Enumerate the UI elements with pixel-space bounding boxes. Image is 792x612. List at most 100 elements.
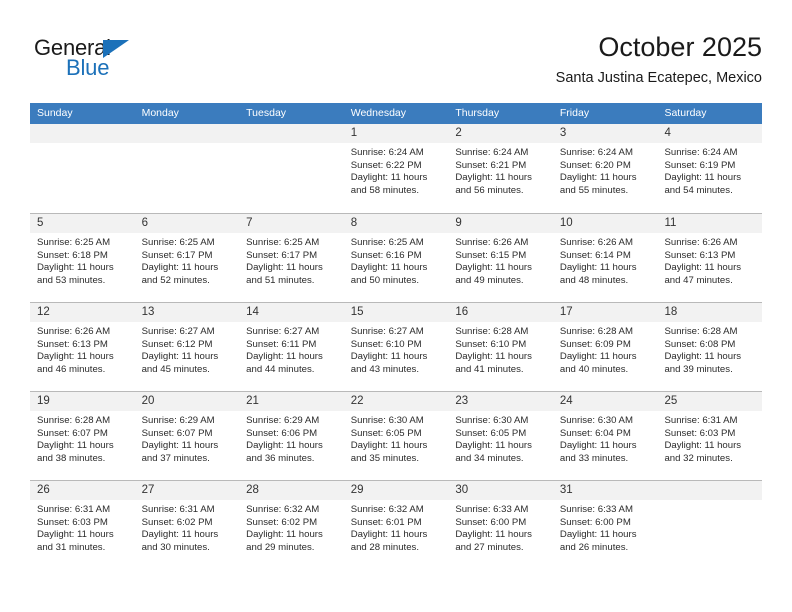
day-detail-line: Sunset: 6:18 PM xyxy=(37,249,108,261)
calendar-day-cell[interactable]: 3 Sunrise: 6:24 AM Sunset: 6:20 PM Daylight… xyxy=(552,124,658,213)
day-detail-line: and 47 minutes. xyxy=(664,274,733,286)
calendar-day-cell[interactable]: 29 Sunrise: 6:32 AM Sunset: 6:01 PM Dayligh… xyxy=(343,481,449,569)
day-number xyxy=(239,124,344,143)
calendar-day-cell[interactable]: 15 Sunrise: 6:27 AM Sunset: 6:10 PM Dayligh… xyxy=(343,303,449,391)
day-number: 15 xyxy=(343,303,449,322)
day-detail-line: Sunrise: 6:28 AM xyxy=(455,326,529,337)
calendar-day-cell[interactable]: 8 Sunrise: 6:25 AM Sunset: 6:16 PM Daylight… xyxy=(343,214,449,302)
calendar-day-cell[interactable]: 11 Sunrise: 6:26 AM Sunset: 6:13 PM Dayligh… xyxy=(657,214,763,302)
calendar-day-cell[interactable]: 28 Sunrise: 6:32 AM Sunset: 6:02 PM Dayligh… xyxy=(239,481,344,569)
day-details: Sunrise: 6:27 AM Sunset: 6:10 PM Daylight:… xyxy=(344,322,449,376)
day-details: Sunrise: 6:33 AM Sunset: 6:00 PM Daylight:… xyxy=(448,500,553,554)
calendar-day-cell[interactable]: 24 Sunrise: 6:30 AM Sunset: 6:04 PM Dayligh… xyxy=(552,392,658,480)
day-details: Sunrise: 6:28 AM Sunset: 6:10 PM Daylight:… xyxy=(448,322,553,376)
day-detail-line: Sunset: 6:16 PM xyxy=(350,249,422,261)
calendar-day-cell[interactable]: 1 Sunrise: 6:24 AM Sunset: 6:22 PM Daylight… xyxy=(343,124,449,213)
day-details: Sunrise: 6:24 AM Sunset: 6:22 PM Daylight:… xyxy=(344,143,449,197)
weekday-header-row: Sunday Monday Tuesday Wednesday Thursday… xyxy=(30,103,762,124)
calendar-day-cell[interactable]: 19 Sunrise: 6:28 AM Sunset: 6:07 PM Dayligh… xyxy=(30,392,135,480)
day-detail-line: Sunset: 6:15 PM xyxy=(455,249,527,261)
day-detail-line: Sunset: 6:17 PM xyxy=(246,249,318,261)
day-detail-line: and 52 minutes. xyxy=(141,274,210,286)
day-detail-line: and 32 minutes. xyxy=(664,452,733,464)
day-number: 21 xyxy=(239,392,344,411)
day-detail-line: Sunset: 6:14 PM xyxy=(559,249,631,261)
day-detail-line: and 31 minutes. xyxy=(37,541,106,553)
day-number xyxy=(134,124,240,143)
day-detail-line: Sunrise: 6:31 AM xyxy=(141,504,215,515)
day-details: Sunrise: 6:25 AM Sunset: 6:17 PM Daylight:… xyxy=(239,233,344,287)
day-number: 28 xyxy=(239,481,344,500)
calendar-day-cell-empty xyxy=(239,124,344,213)
calendar-day-cell[interactable]: 9 Sunrise: 6:26 AM Sunset: 6:15 PM Daylight… xyxy=(448,214,553,302)
calendar-page: General Blue October 2025 Santa Justina … xyxy=(0,0,792,612)
calendar-day-cell[interactable]: 20 Sunrise: 6:29 AM Sunset: 6:07 PM Dayligh… xyxy=(134,392,240,480)
day-detail-line: Daylight: 11 hours xyxy=(350,172,428,184)
weekday-header-saturday: Saturday xyxy=(664,107,707,119)
day-detail-line: Sunrise: 6:28 AM xyxy=(664,326,738,337)
day-number: 17 xyxy=(552,303,658,322)
day-number xyxy=(30,124,135,143)
calendar-day-cell[interactable]: 27 Sunrise: 6:31 AM Sunset: 6:02 PM Dayligh… xyxy=(134,481,240,569)
day-detail-line: Sunrise: 6:29 AM xyxy=(141,415,215,426)
calendar-day-cell[interactable]: 26 Sunrise: 6:31 AM Sunset: 6:03 PM Dayligh… xyxy=(30,481,135,569)
calendar-day-cell-empty xyxy=(30,124,135,213)
calendar-day-cell[interactable]: 4 Sunrise: 6:24 AM Sunset: 6:19 PM Daylight… xyxy=(657,124,763,213)
weekday-header-wednesday: Wednesday xyxy=(350,107,406,119)
day-details: Sunrise: 6:25 AM Sunset: 6:18 PM Daylight:… xyxy=(30,233,135,287)
day-detail-line: Sunrise: 6:25 AM xyxy=(350,237,424,248)
day-detail-line: Daylight: 11 hours xyxy=(559,262,637,274)
day-detail-line: Daylight: 11 hours xyxy=(350,529,428,541)
calendar-day-cell[interactable]: 31 Sunrise: 6:33 AM Sunset: 6:00 PM Dayligh… xyxy=(552,481,658,569)
day-detail-line: Sunrise: 6:24 AM xyxy=(455,147,529,158)
day-detail-line: Daylight: 11 hours xyxy=(559,440,637,452)
day-detail-line: Sunrise: 6:26 AM xyxy=(455,237,529,248)
calendar-day-cell[interactable]: 30 Sunrise: 6:33 AM Sunset: 6:00 PM Dayligh… xyxy=(448,481,553,569)
title-block: October 2025 Santa Justina Ecatepec, Mex… xyxy=(556,30,762,89)
calendar-day-cell[interactable]: 17 Sunrise: 6:28 AM Sunset: 6:09 PM Dayligh… xyxy=(552,303,658,391)
calendar-day-cell[interactable]: 18 Sunrise: 6:28 AM Sunset: 6:08 PM Dayligh… xyxy=(657,303,763,391)
day-number: 14 xyxy=(239,303,344,322)
day-number: 2 xyxy=(448,124,553,143)
day-detail-line: Daylight: 11 hours xyxy=(246,529,323,541)
day-detail-line: Daylight: 11 hours xyxy=(37,529,114,541)
day-detail-line: Sunset: 6:10 PM xyxy=(455,338,527,350)
day-detail-line: and 43 minutes. xyxy=(350,363,420,375)
day-detail-line: and 37 minutes. xyxy=(141,452,210,464)
calendar-day-cell[interactable]: 6 Sunrise: 6:25 AM Sunset: 6:17 PM Daylight… xyxy=(134,214,240,302)
weekday-header-tuesday: Tuesday xyxy=(246,107,287,119)
day-detail-line: Sunrise: 6:29 AM xyxy=(246,415,320,426)
day-details: Sunrise: 6:28 AM Sunset: 6:07 PM Daylight:… xyxy=(30,411,135,465)
calendar-day-cell[interactable]: 7 Sunrise: 6:25 AM Sunset: 6:17 PM Daylight… xyxy=(239,214,344,302)
calendar-day-cell[interactable]: 5 Sunrise: 6:25 AM Sunset: 6:18 PM Daylight… xyxy=(30,214,135,302)
calendar-weeks: 1 Sunrise: 6:24 AM Sunset: 6:22 PM Daylight… xyxy=(30,124,763,569)
day-detail-line: Sunrise: 6:31 AM xyxy=(37,504,111,515)
day-detail-line: Sunrise: 6:25 AM xyxy=(246,237,320,248)
calendar-day-cell[interactable]: 2 Sunrise: 6:24 AM Sunset: 6:21 PM Daylight… xyxy=(448,124,553,213)
calendar-day-cell[interactable]: 21 Sunrise: 6:29 AM Sunset: 6:06 PM Dayligh… xyxy=(239,392,344,480)
day-number: 3 xyxy=(552,124,658,143)
calendar-day-cell[interactable]: 12 Sunrise: 6:26 AM Sunset: 6:13 PM Dayligh… xyxy=(30,303,135,391)
day-details: Sunrise: 6:32 AM Sunset: 6:01 PM Daylight:… xyxy=(344,500,449,554)
calendar-day-cell[interactable]: 23 Sunrise: 6:30 AM Sunset: 6:05 PM Dayligh… xyxy=(448,392,553,480)
calendar-day-cell[interactable]: 25 Sunrise: 6:31 AM Sunset: 6:03 PM Dayligh… xyxy=(657,392,763,480)
day-detail-line: Sunrise: 6:33 AM xyxy=(455,504,529,515)
day-detail-line: Daylight: 11 hours xyxy=(350,440,428,452)
logo-text-blue: Blue xyxy=(66,55,110,80)
day-detail-line: Daylight: 11 hours xyxy=(37,262,114,274)
calendar-day-cell[interactable]: 14 Sunrise: 6:27 AM Sunset: 6:11 PM Dayligh… xyxy=(239,303,344,391)
calendar-day-cell[interactable]: 22 Sunrise: 6:30 AM Sunset: 6:05 PM Dayligh… xyxy=(343,392,449,480)
day-details: Sunrise: 6:24 AM Sunset: 6:19 PM Daylight:… xyxy=(657,143,762,197)
day-detail-line: and 48 minutes. xyxy=(559,274,629,286)
calendar-day-cell[interactable]: 16 Sunrise: 6:28 AM Sunset: 6:10 PM Dayligh… xyxy=(448,303,553,391)
day-number xyxy=(657,481,763,500)
day-detail-line: Sunrise: 6:24 AM xyxy=(664,147,738,158)
calendar-day-cell[interactable]: 10 Sunrise: 6:26 AM Sunset: 6:14 PM Dayligh… xyxy=(552,214,658,302)
day-details: Sunrise: 6:32 AM Sunset: 6:02 PM Daylight:… xyxy=(239,500,344,554)
day-detail-line: and 56 minutes. xyxy=(455,184,524,196)
calendar-day-cell[interactable]: 13 Sunrise: 6:27 AM Sunset: 6:12 PM Dayligh… xyxy=(134,303,240,391)
calendar-week-row: 12 Sunrise: 6:26 AM Sunset: 6:13 PM Dayligh… xyxy=(30,302,763,391)
day-detail-line: Sunset: 6:21 PM xyxy=(455,159,527,171)
general-blue-logo[interactable]: General Blue xyxy=(34,35,184,87)
calendar-week-row: 26 Sunrise: 6:31 AM Sunset: 6:03 PM Dayligh… xyxy=(30,480,763,569)
